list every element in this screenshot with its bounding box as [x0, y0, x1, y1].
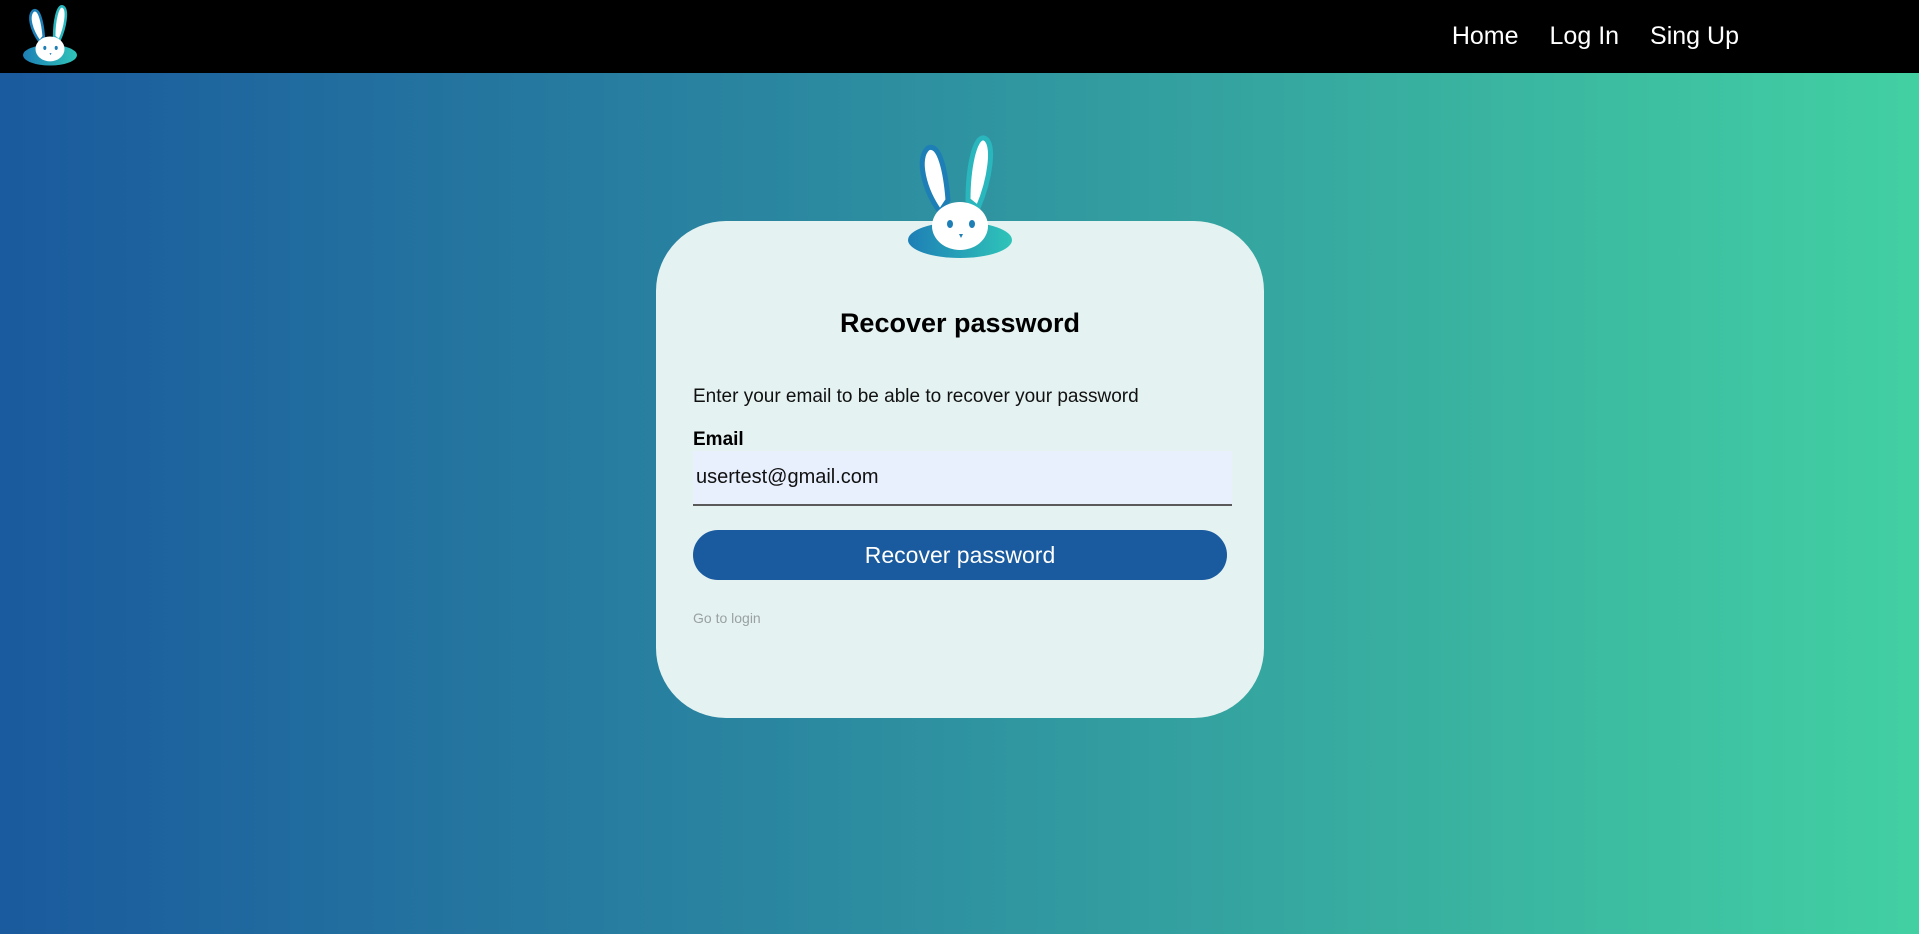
nav-link-home[interactable]: Home	[1452, 22, 1519, 51]
bunny-logo-icon	[908, 135, 1012, 258]
email-label: Email	[693, 429, 744, 450]
recover-password-button[interactable]: Recover password	[693, 530, 1227, 580]
bunny-logo-icon[interactable]	[22, 4, 78, 70]
go-to-login-link[interactable]: Go to login	[693, 610, 761, 626]
nav-link-signup[interactable]: Sing Up	[1650, 22, 1739, 51]
recover-password-card: Recover password Enter your email to be …	[656, 221, 1264, 718]
nav-link-login[interactable]: Log In	[1550, 22, 1620, 51]
card-description: Enter your email to be able to recover y…	[693, 386, 1139, 407]
email-field[interactable]	[693, 451, 1232, 506]
card-title: Recover password	[839, 308, 1081, 338]
nav-links: Home Log In Sing Up	[1452, 0, 1739, 73]
top-navbar: Home Log In Sing Up	[0, 0, 1919, 73]
